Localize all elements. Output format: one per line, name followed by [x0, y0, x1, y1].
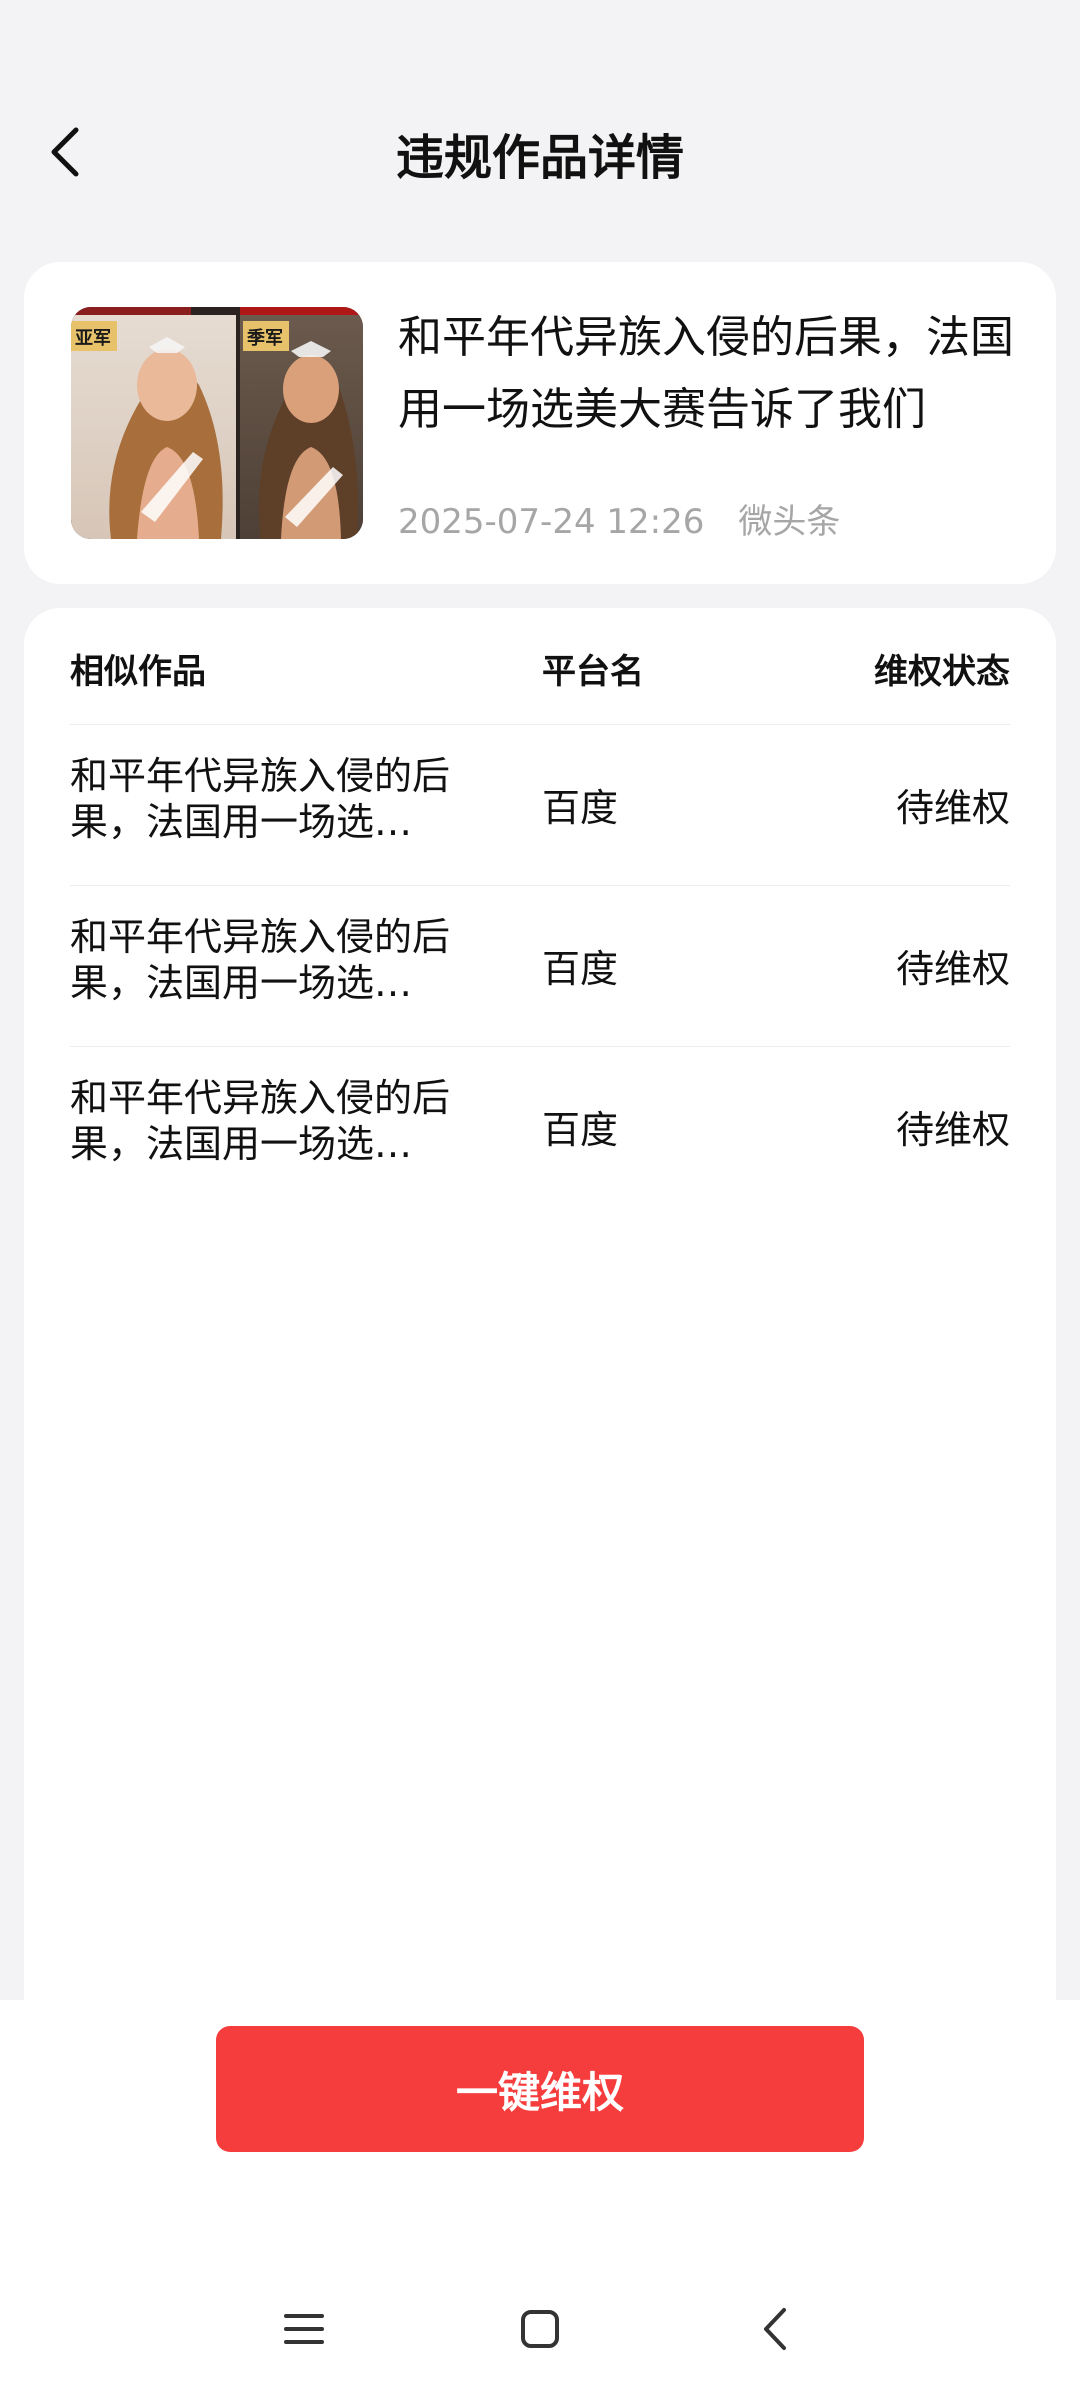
bottom-action-area: 一键维权: [0, 2000, 1080, 2400]
system-nav-bar: [0, 2290, 1080, 2370]
row-title: 和平年代异族入侵的后果，法国用一场选美大赛告诉了我们: [70, 1076, 450, 1166]
thumb-label-1: 亚军: [75, 328, 111, 349]
row-platform: 百度: [542, 947, 619, 991]
back-icon: [764, 2308, 786, 2350]
work-meta: 2025-07-24 12:26 微头条: [398, 494, 840, 543]
row-status: 待维权: [895, 786, 1010, 830]
column-header-platform: 平台名: [542, 652, 644, 692]
column-header-similar: 相似作品: [70, 652, 206, 692]
column-header-status: 维权状态: [874, 652, 1010, 692]
thumbnail-image: 亚军 季军: [71, 307, 363, 539]
header: 违规作品详情: [0, 0, 1080, 300]
menu-icon: [284, 2314, 324, 2344]
one-click-protect-button[interactable]: 一键维权: [216, 2026, 864, 2152]
similar-works-table: 相似作品 平台名 维权状态 和平年代异族入侵的后果，法国用一场选美大赛告诉了我们…: [24, 608, 1056, 2008]
row-title: 和平年代异族入侵的后果，法国用一场选美大赛告诉了我们: [70, 915, 450, 1005]
table-row[interactable]: 和平年代异族入侵的后果，法国用一场选美大赛告诉了我们 百度 待维权: [70, 885, 1010, 1046]
system-back-button[interactable]: [746, 2304, 806, 2354]
menu-button[interactable]: [274, 2304, 334, 2354]
work-thumbnail[interactable]: 亚军 季军: [71, 307, 363, 539]
table-row[interactable]: 和平年代异族入侵的后果，法国用一场选美大赛告诉了我们 百度 待维权: [70, 1046, 1010, 1207]
row-platform: 百度: [542, 786, 619, 830]
home-icon: [521, 2310, 559, 2348]
row-status: 待维权: [895, 1108, 1010, 1152]
thumb-label-2: 季军: [247, 328, 283, 349]
work-title: 和平年代异族入侵的后果，法国用一场选美大赛告诉了我们: [398, 312, 1014, 435]
row-platform: 百度: [542, 1108, 619, 1152]
work-platform: 微头条: [738, 502, 841, 542]
work-card[interactable]: 亚军 季军 和平年代异族入侵的后果，法国用一场选美大赛告诉了我们 2025-07…: [24, 262, 1056, 584]
page-title: 违规作品详情: [395, 130, 684, 186]
row-status: 待维权: [895, 947, 1010, 991]
home-button[interactable]: [510, 2304, 570, 2354]
work-date: 2025-07-24 12:26: [398, 502, 705, 542]
row-title: 和平年代异族入侵的后果，法国用一场选美大赛告诉了我们: [70, 754, 450, 844]
table-row[interactable]: 和平年代异族入侵的后果，法国用一场选美大赛告诉了我们 百度 待维权: [70, 724, 1010, 885]
